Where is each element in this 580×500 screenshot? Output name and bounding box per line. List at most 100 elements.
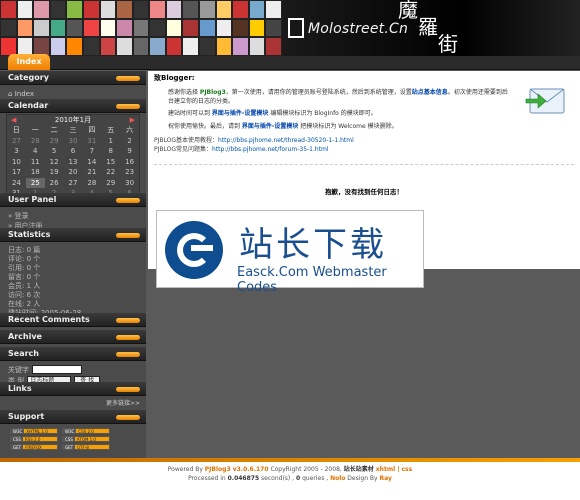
header-tile: [215, 0, 233, 19]
search-toggle[interactable]: [116, 352, 140, 357]
header-tile: [248, 37, 266, 56]
site-link[interactable]: 站长站素材: [344, 466, 374, 473]
statistics-line: 会员: 1 人: [8, 282, 41, 290]
header-tile: [49, 18, 67, 38]
logo-cn-char-3: 街: [438, 32, 458, 56]
site-logo[interactable]: Molostreet.Cn 魔 羅 街: [282, 0, 580, 56]
calendar-day[interactable]: 24: [7, 178, 26, 189]
calendar-day[interactable]: 9: [120, 146, 139, 157]
support-badge[interactable]: GET FIREFOX: [10, 444, 58, 450]
calendar-day[interactable]: 18: [26, 167, 45, 178]
module-settings-link-2[interactable]: 界面与插件-设置模块: [242, 123, 299, 130]
statistics-title: Statistics: [8, 230, 51, 239]
calendar-day[interactable]: 25: [25, 177, 45, 188]
calendar-day[interactable]: 29: [101, 178, 120, 189]
pjblog-link[interactable]: PJBlog3: [200, 89, 226, 96]
support-badge[interactable]: W3C XHTML 1.0: [10, 428, 58, 434]
validators-links[interactable]: xhtml | css: [374, 466, 412, 473]
calendar-day[interactable]: 30: [120, 178, 139, 189]
process-time: 0.046875: [227, 475, 260, 482]
calendar-day[interactable]: 3: [7, 146, 26, 157]
calendar-day[interactable]: 8: [101, 146, 120, 157]
header-tile: [99, 37, 117, 56]
calendar-day[interactable]: 27: [7, 136, 26, 147]
archive-toggle[interactable]: [116, 335, 140, 340]
calendar-day[interactable]: 29: [45, 136, 64, 147]
calendar-day[interactable]: 30: [64, 136, 83, 147]
main-content: 致Blogger: 感谢你选择 PJBlog3，第一次使用，请用你的管理员账号登…: [146, 71, 580, 458]
calendar-day[interactable]: 11: [26, 157, 45, 168]
calendar-next-icon[interactable]: ▶: [130, 115, 135, 125]
category-toggle[interactable]: [116, 76, 140, 81]
calendar-day[interactable]: 17: [7, 167, 26, 178]
calendar-day[interactable]: 10: [7, 157, 26, 168]
archive-panel-header[interactable]: Archive: [0, 330, 146, 344]
header-tile: [116, 37, 133, 56]
author-link[interactable]: Ray: [380, 475, 392, 482]
pjblog-version-link[interactable]: PJBlog3 v3.0.6.170: [205, 466, 269, 473]
recent-comments-toggle[interactable]: [116, 318, 140, 323]
category-panel-header[interactable]: Category: [0, 71, 146, 85]
support-badge[interactable]: GET UTF-8: [62, 444, 110, 450]
calendar-day[interactable]: 22: [101, 167, 120, 178]
header-tile: [66, 0, 83, 19]
badge-right: XHTML 1.0: [24, 429, 57, 434]
calendar-day[interactable]: 7: [82, 146, 101, 157]
calendar-day[interactable]: 23: [120, 167, 139, 178]
statistics-panel-header[interactable]: Statistics: [0, 228, 146, 242]
calendar-day[interactable]: 12: [45, 157, 64, 168]
category-item-index[interactable]: Index: [15, 90, 34, 98]
search-panel-header[interactable]: Search: [0, 347, 146, 361]
search-input[interactable]: [32, 365, 82, 374]
statistics-panel-body: 日志: 0 篇评论: 0 个引用: 0 个留言: 0 个会员: 1 人访问: 6…: [0, 243, 146, 321]
calendar-day[interactable]: 27: [64, 178, 83, 189]
calendar-day[interactable]: 13: [64, 157, 83, 168]
user-panel-header[interactable]: User Panel: [0, 193, 146, 207]
site-settings-link[interactable]: 站点基本信息: [412, 89, 448, 96]
login-link[interactable]: » 登录: [8, 211, 138, 221]
text: Processed in: [188, 475, 228, 482]
text: 编辑模块标识为 BlogInfo 的模块即可。: [268, 110, 377, 117]
module-settings-link[interactable]: 界面与插件-设置模块: [212, 110, 269, 117]
calendar-day[interactable]: 4: [26, 146, 45, 157]
calendar-day[interactable]: 2: [120, 136, 139, 147]
calendar-day[interactable]: 19: [45, 167, 64, 178]
header-tile: [199, 37, 216, 56]
support-badge[interactable]: CSS RSS 2.0: [10, 436, 58, 442]
support-panel-header[interactable]: Support: [0, 410, 146, 424]
support-badges: W3C XHTML 1.0 W3C CSS 2.0 CSS RSS 2.0 CSS ATOM …: [10, 428, 110, 450]
more-links-link[interactable]: 更多链接>>: [106, 400, 140, 407]
user-panel-title: User Panel: [8, 195, 57, 204]
calendar-day[interactable]: 21: [82, 167, 101, 178]
recent-comments-panel-header[interactable]: Recent Comments: [0, 313, 146, 327]
calendar-day[interactable]: 16: [120, 157, 139, 168]
faq-link[interactable]: http://bbs.pjhome.net/forum-35-1.html: [212, 146, 329, 153]
header-tile: [0, 18, 17, 38]
calendar-prev-icon[interactable]: ◀: [11, 115, 16, 125]
calendar-panel-header[interactable]: Calendar: [0, 99, 146, 113]
calendar-weekday: 五: [107, 126, 115, 134]
calendar-day[interactable]: 1: [101, 136, 120, 147]
support-toggle[interactable]: [116, 415, 140, 420]
links-toggle[interactable]: [116, 387, 140, 392]
calendar-day[interactable]: 26: [45, 178, 64, 189]
calendar-day[interactable]: 15: [101, 157, 120, 168]
support-badge[interactable]: CSS ATOM 1.0: [62, 436, 110, 442]
tab-index[interactable]: Index: [8, 54, 50, 70]
calendar-day[interactable]: 14: [82, 157, 101, 168]
calendar-day[interactable]: 6: [64, 146, 83, 157]
theme-name-link[interactable]: Nolo: [330, 475, 345, 482]
links-panel-header[interactable]: Links: [0, 382, 146, 396]
header-tile: [165, 18, 183, 38]
calendar-day[interactable]: 28: [82, 178, 101, 189]
calendar-day[interactable]: 20: [64, 167, 83, 178]
tutorial-link[interactable]: http://bbs.pjhome.net/thread-30520-1-1.h…: [218, 137, 354, 144]
calendar-day[interactable]: 31: [82, 136, 101, 147]
calendar-day[interactable]: 5: [45, 146, 64, 157]
statistics-toggle[interactable]: [116, 233, 140, 238]
support-badge[interactable]: W3C CSS 2.0: [62, 428, 110, 434]
header-tile: [49, 0, 67, 19]
calendar-toggle[interactable]: [116, 104, 140, 109]
user-panel-toggle[interactable]: [116, 198, 140, 203]
calendar-day[interactable]: 28: [26, 136, 45, 147]
